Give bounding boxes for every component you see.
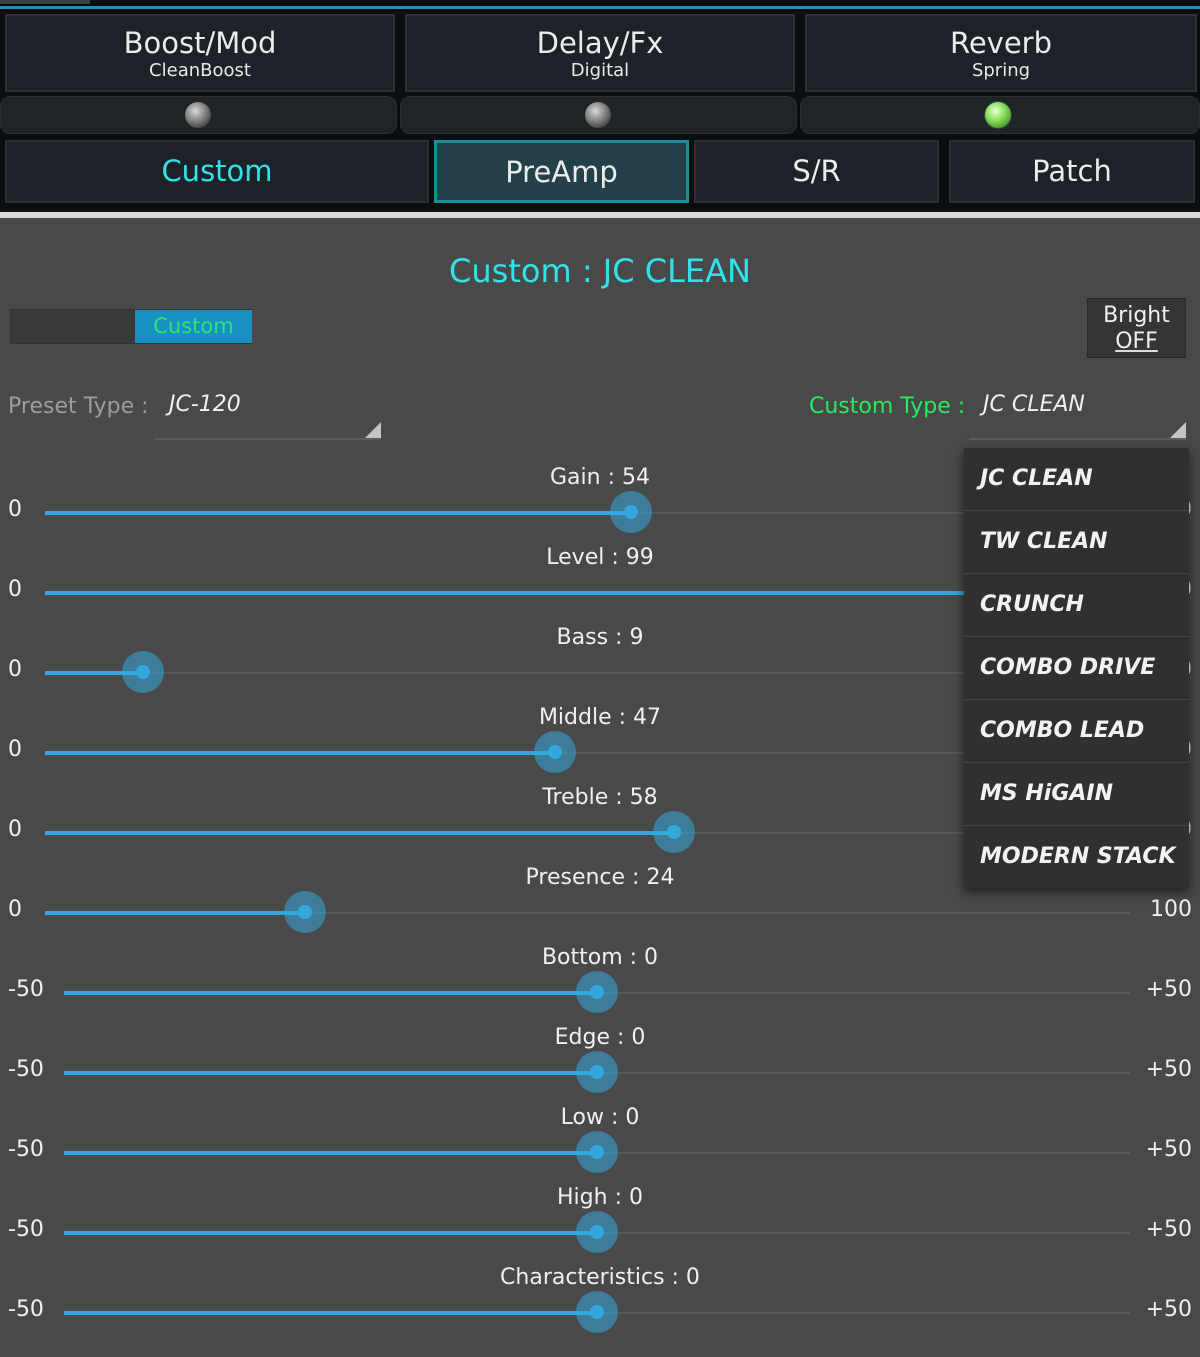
slider-thumb[interactable] <box>576 1291 618 1333</box>
panel-title: Custom : JC CLEAN <box>449 252 751 290</box>
header-top-line <box>0 6 1200 9</box>
delay-fx-led-slot[interactable] <box>400 96 797 134</box>
boost-mod-led-icon <box>184 101 212 129</box>
top-tab-indicator <box>0 0 90 4</box>
slider-track[interactable] <box>64 1291 1130 1333</box>
slider-label: Characteristics : 0 <box>500 1265 700 1290</box>
slider-max-label: 100 <box>1150 897 1192 922</box>
slider-label: Edge : 0 <box>554 1025 646 1050</box>
tab-custom[interactable]: Custom <box>5 140 429 203</box>
slider-min-label: 0 <box>8 737 22 762</box>
slider-fill <box>45 911 306 915</box>
slider-fill <box>64 1311 597 1315</box>
slider-min-label: -50 <box>8 1297 44 1322</box>
dropdown-corner-icon <box>1170 422 1186 438</box>
slider-max-label: +50 <box>1145 977 1192 1002</box>
bright-label: Bright <box>1103 303 1170 328</box>
preset-type-value: JC-120 <box>169 392 241 417</box>
slider-max-label: +50 <box>1145 1137 1192 1162</box>
fx-title: Delay/Fx <box>536 26 664 60</box>
fx-title: Boost/Mod <box>123 26 277 60</box>
dropdown-corner-icon <box>365 422 381 438</box>
slider-fill <box>64 1071 597 1075</box>
custom-mode-toggle[interactable]: Custom <box>10 309 252 344</box>
reverb-button[interactable]: Reverb Spring <box>805 14 1197 92</box>
slider-label: Low : 0 <box>560 1105 640 1130</box>
tab-sr[interactable]: S/R <box>694 140 939 203</box>
slider-row: Bottom : 0 -50 +50 <box>0 945 1200 1025</box>
preset-type-label: Preset Type : <box>8 394 149 419</box>
reverb-led-slot[interactable] <box>800 96 1200 134</box>
slider-max-label: +50 <box>1145 1057 1192 1082</box>
slider-thumb[interactable] <box>576 1131 618 1173</box>
fx-subtitle: CleanBoost <box>149 60 251 81</box>
slider-row: Edge : 0 -50 +50 <box>0 1025 1200 1105</box>
slider-track[interactable] <box>64 1211 1130 1253</box>
dropdown-option-combo-lead[interactable]: COMBO LEAD <box>964 700 1189 763</box>
dropdown-option-jc-clean[interactable]: JC CLEAN <box>964 448 1189 511</box>
custom-type-label: Custom Type : <box>809 394 966 419</box>
slider-label: High : 0 <box>557 1185 643 1210</box>
slider-thumb[interactable] <box>576 971 618 1013</box>
slider-fill <box>45 751 555 755</box>
slider-min-label: -50 <box>8 1057 44 1082</box>
slider-min-label: 0 <box>8 577 22 602</box>
bright-state: OFF <box>1115 329 1158 354</box>
effects-header: Boost/Mod CleanBoost Delay/Fx Digital Re… <box>0 0 1200 212</box>
custom-type-dropdown-menu: JC CLEAN TW CLEAN CRUNCH COMBO DRIVE COM… <box>964 448 1189 888</box>
boost-mod-led-slot[interactable] <box>0 96 397 134</box>
slider-track[interactable] <box>64 971 1130 1013</box>
slider-thumb[interactable] <box>609 491 652 533</box>
slider-fill <box>64 1231 597 1235</box>
delay-fx-button[interactable]: Delay/Fx Digital <box>405 14 795 92</box>
slider-min-label: 0 <box>8 897 22 922</box>
fx-title: Reverb <box>949 26 1053 60</box>
slider-row: Low : 0 -50 +50 <box>0 1105 1200 1185</box>
slider-thumb[interactable] <box>576 1051 618 1093</box>
slider-min-label: 0 <box>8 657 22 682</box>
custom-type-select[interactable]: JC CLEAN <box>969 384 1186 440</box>
dropdown-option-ms-higain[interactable]: MS HiGAIN <box>964 763 1189 826</box>
slider-label: Bottom : 0 <box>541 945 659 970</box>
slider-thumb[interactable] <box>533 731 576 773</box>
slider-min-label: -50 <box>8 1137 44 1162</box>
slider-track[interactable] <box>64 1131 1130 1173</box>
slider-thumb[interactable] <box>576 1211 618 1253</box>
dropdown-option-combo-drive[interactable]: COMBO DRIVE <box>964 637 1189 700</box>
slider-row: High : 0 -50 +50 <box>0 1185 1200 1265</box>
slider-max-label: +50 <box>1145 1217 1192 1242</box>
slider-thumb[interactable] <box>653 811 696 853</box>
dropdown-option-crunch[interactable]: CRUNCH <box>964 574 1189 637</box>
slider-min-label: -50 <box>8 1217 44 1242</box>
fx-subtitle: Spring <box>971 60 1031 81</box>
slider-fill <box>45 511 631 515</box>
slider-track[interactable] <box>64 1051 1130 1093</box>
slider-min-label: 0 <box>8 497 22 522</box>
toggle-knob-label: Custom <box>135 310 252 343</box>
slider-row: Characteristics : 0 -50 +50 <box>0 1265 1200 1345</box>
slider-fill <box>45 831 675 835</box>
custom-type-value: JC CLEAN <box>983 392 1085 417</box>
tab-patch[interactable]: Patch <box>949 140 1195 203</box>
slider-track[interactable] <box>45 891 1130 933</box>
bright-toggle-button[interactable]: Bright OFF <box>1087 298 1186 358</box>
slider-fill <box>64 991 597 995</box>
delay-fx-led-icon <box>584 101 612 129</box>
reverb-led-icon <box>984 101 1012 129</box>
slider-fill <box>64 1151 597 1155</box>
fx-subtitle: Digital <box>570 60 630 81</box>
slider-thumb[interactable] <box>284 891 327 933</box>
slider-max-label: +50 <box>1145 1297 1192 1322</box>
dropdown-option-modern-stack[interactable]: MODERN STACK <box>964 826 1189 889</box>
slider-min-label: -50 <box>8 977 44 1002</box>
slider-fill <box>45 591 1120 595</box>
tab-preamp[interactable]: PreAmp <box>434 140 689 203</box>
boost-mod-button[interactable]: Boost/Mod CleanBoost <box>5 14 395 92</box>
slider-min-label: 0 <box>8 817 22 842</box>
dropdown-option-tw-clean[interactable]: TW CLEAN <box>964 511 1189 574</box>
slider-thumb[interactable] <box>121 651 164 693</box>
preset-type-select[interactable]: JC-120 <box>155 384 381 440</box>
